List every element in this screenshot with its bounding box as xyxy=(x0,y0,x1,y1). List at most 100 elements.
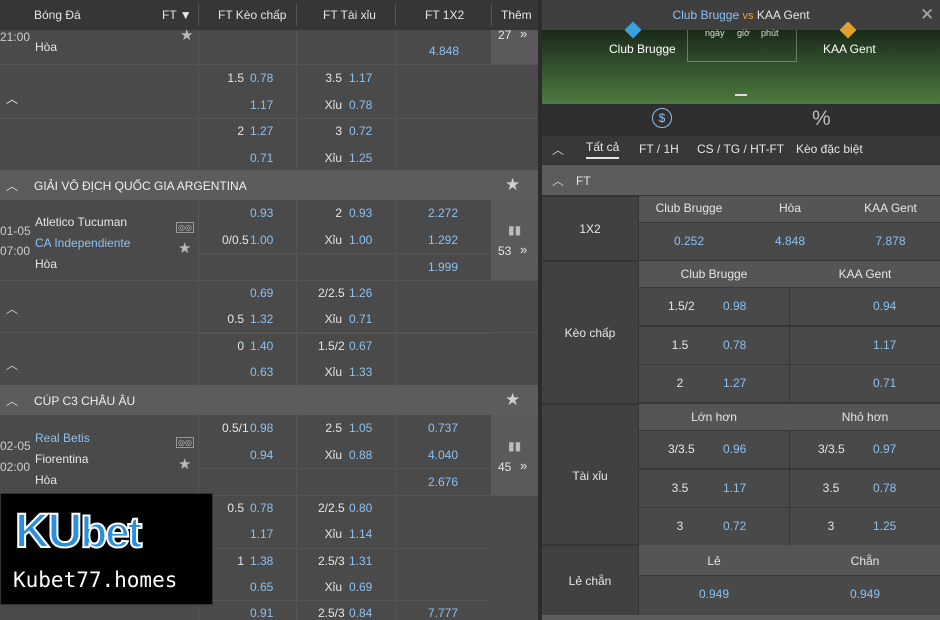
home-team[interactable]: Atletico Tucuman xyxy=(35,215,127,229)
away-team[interactable]: CA Independiente xyxy=(35,236,130,250)
handicap-odds[interactable]: 1.17 xyxy=(250,527,273,541)
chart-icon[interactable]: ▮▮ xyxy=(508,223,521,237)
odds-cell[interactable] xyxy=(639,507,789,545)
favorite-star-icon[interactable]: ★ xyxy=(180,26,193,44)
odds-cell[interactable] xyxy=(790,468,940,507)
odds-cell[interactable] xyxy=(790,430,940,468)
odds-cell[interactable] xyxy=(639,430,789,468)
total-odds[interactable]: 1.00 xyxy=(349,233,372,247)
more-cell[interactable] xyxy=(491,200,538,280)
odds-1x2[interactable]: 7.777 xyxy=(428,606,458,620)
handicap-odds[interactable]: 1.38 xyxy=(250,554,273,568)
collapse-chevron-icon[interactable]: ︿ xyxy=(6,356,18,373)
odds-1x2[interactable]: 4.040 xyxy=(428,448,458,462)
tab-special[interactable]: Kèo đặc biệt xyxy=(796,142,863,156)
total-odds[interactable]: 1.31 xyxy=(349,554,372,568)
stats-icon[interactable]: ◎◎ xyxy=(176,437,194,448)
odds-cell[interactable] xyxy=(639,364,789,402)
close-icon[interactable]: ✕ xyxy=(920,5,934,25)
collapse-chevron-icon[interactable]: ︿ xyxy=(6,300,18,317)
oe-even-odds[interactable]: 0.949 xyxy=(790,587,940,601)
odds-right[interactable]: 0.71 xyxy=(873,376,896,390)
collapse-chevron-icon[interactable]: ︿ xyxy=(552,172,564,189)
odds-left[interactable]: 0.98 xyxy=(723,299,746,313)
odds-left[interactable]: 1.27 xyxy=(723,376,746,390)
total-odds[interactable]: 1.26 xyxy=(349,286,372,300)
odds-1x2[interactable]: 0.737 xyxy=(428,421,458,435)
more-count[interactable]: 53 xyxy=(498,244,511,258)
favorite-star-icon[interactable]: ★ xyxy=(178,239,191,257)
handicap-odds[interactable]: 0.71 xyxy=(250,151,273,165)
collapse-chevron-icon[interactable]: ︿ xyxy=(6,392,18,409)
more-cell[interactable] xyxy=(491,415,538,495)
away-team[interactable]: Fiorentina xyxy=(35,452,88,466)
chevron-right-icon[interactable]: » xyxy=(520,242,527,257)
chevron-right-icon[interactable]: » xyxy=(520,458,527,473)
league-header-argentina[interactable]: ︿ GIẢI VÔ ĐỊCH QUỐC GIA ARGENTINA ★ xyxy=(0,170,538,200)
total-odds[interactable]: 0.71 xyxy=(349,312,372,326)
odds-1x2[interactable]: 2.272 xyxy=(428,206,458,220)
total-odds[interactable]: 0.93 xyxy=(349,206,372,220)
odds-cell[interactable] xyxy=(790,325,940,364)
handicap-odds[interactable]: 1.40 xyxy=(250,339,273,353)
handicap-odds[interactable]: 1.17 xyxy=(250,98,273,112)
total-odds[interactable]: 0.78 xyxy=(349,98,372,112)
odds-right[interactable]: 0.97 xyxy=(873,442,896,456)
odds-cell[interactable] xyxy=(790,364,940,402)
total-odds[interactable]: 1.25 xyxy=(349,151,372,165)
handicap-odds[interactable]: 0.65 xyxy=(250,580,273,594)
handicap-odds[interactable]: 0.69 xyxy=(250,286,273,300)
odds-1x2[interactable]: 1.999 xyxy=(428,260,458,274)
oe-odd-odds[interactable]: 0.949 xyxy=(639,587,789,601)
tab-ft-1h[interactable]: FT / 1H xyxy=(639,142,679,156)
total-odds[interactable]: 1.33 xyxy=(349,365,372,379)
money-icon[interactable]: $ xyxy=(652,108,672,128)
odds-cell[interactable] xyxy=(790,507,940,545)
odds-left[interactable]: 0.78 xyxy=(723,338,746,352)
odds-cell[interactable] xyxy=(639,287,789,325)
handicap-odds[interactable]: 0.78 xyxy=(250,71,273,85)
odds-left[interactable]: 1.17 xyxy=(723,481,746,495)
odds-right[interactable]: 1.17 xyxy=(873,338,896,352)
chart-icon[interactable]: ▮▮ xyxy=(508,439,521,453)
odds-1x2-draw[interactable]: 4.848 xyxy=(429,44,459,58)
odds-right[interactable]: 0.94 xyxy=(873,299,896,313)
favorite-star-icon[interactable]: ★ xyxy=(178,455,191,473)
home-team[interactable]: Real Betis xyxy=(35,431,90,445)
handicap-odds[interactable]: 0.63 xyxy=(250,365,273,379)
odds-cell[interactable] xyxy=(639,468,789,507)
total-odds[interactable]: 0.72 xyxy=(349,124,372,138)
handicap-odds[interactable]: 1.00 xyxy=(250,233,273,247)
more-count[interactable]: 45 xyxy=(498,460,511,474)
collapse-chevron-icon[interactable]: ︿ xyxy=(6,177,18,194)
odds-left[interactable]: 0.72 xyxy=(723,519,746,533)
total-odds[interactable]: 1.14 xyxy=(349,527,372,541)
tab-cs-tg[interactable]: CS / TG / HT-FT xyxy=(697,142,784,156)
more-count[interactable]: 27 xyxy=(498,28,511,42)
ft-section-header[interactable]: ︿ FT xyxy=(542,165,940,195)
total-odds[interactable]: 0.84 xyxy=(349,606,372,620)
chevron-right-icon[interactable]: » xyxy=(520,26,527,41)
stats-icon[interactable]: ◎◎ xyxy=(176,222,194,233)
handicap-odds[interactable]: 0.94 xyxy=(250,448,273,462)
total-odds[interactable]: 0.88 xyxy=(349,448,372,462)
ft-filter[interactable]: FT ▼ xyxy=(162,8,192,22)
total-odds[interactable]: 0.67 xyxy=(349,339,372,353)
handicap-odds[interactable]: 0.91 xyxy=(250,606,273,620)
odds-left[interactable]: 0.96 xyxy=(723,442,746,456)
odds-cell[interactable] xyxy=(639,325,789,364)
x12-draw-odds[interactable]: 4.848 xyxy=(740,234,840,248)
total-odds[interactable]: 1.17 xyxy=(349,71,372,85)
handicap-odds[interactable]: 1.32 xyxy=(250,312,273,326)
collapse-chevron-icon[interactable]: ︿ xyxy=(552,141,564,158)
favorite-star-icon[interactable]: ★ xyxy=(505,175,520,195)
total-odds[interactable]: 1.05 xyxy=(349,421,372,435)
league-header-uecl[interactable]: ︿ CÚP C3 CHÂU ÂU ★ xyxy=(0,385,538,415)
sport-label[interactable]: Bóng Đá xyxy=(34,8,81,22)
odds-right[interactable]: 1.25 xyxy=(873,519,896,533)
collapse-chevron-icon[interactable]: ︿ xyxy=(6,90,18,107)
x12-away-odds[interactable]: 7.878 xyxy=(841,234,940,248)
odds-1x2[interactable]: 2.676 xyxy=(428,475,458,489)
x12-home-odds[interactable]: 0.252 xyxy=(639,234,739,248)
total-odds[interactable]: 0.69 xyxy=(349,580,372,594)
